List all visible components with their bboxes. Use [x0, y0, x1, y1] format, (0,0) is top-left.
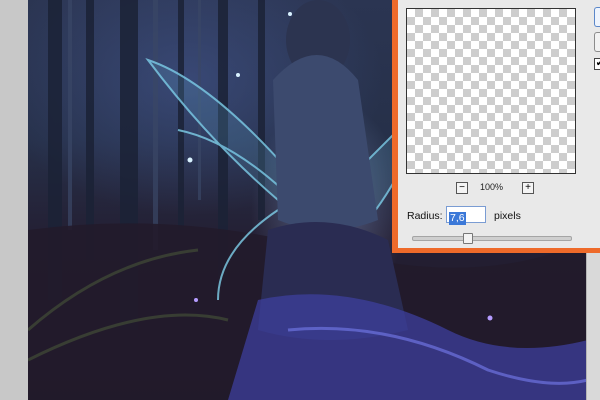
dialog-body: − 100% + ✔ Radius: 7,6 pixels — [398, 0, 600, 248]
zoom-out-button[interactable]: − — [456, 182, 468, 194]
minus-icon: − — [459, 182, 465, 193]
radius-slider[interactable] — [412, 233, 572, 244]
zoom-level: 100% — [480, 182, 504, 192]
filter-preview[interactable] — [406, 8, 576, 174]
radius-input[interactable]: 7,6 — [446, 206, 486, 225]
radius-slider-thumb[interactable] — [462, 233, 473, 244]
filter-dialog: − 100% + ✔ Radius: 7,6 pixels — [392, 0, 600, 253]
canvas-scrollbar[interactable] — [586, 250, 600, 400]
preview-checkbox[interactable]: ✔ — [594, 58, 600, 70]
radius-label: Radius: — [407, 210, 443, 222]
cancel-button[interactable] — [594, 32, 600, 52]
radius-value: 7,6 — [449, 212, 466, 225]
checkmark-icon: ✔ — [595, 58, 600, 69]
zoom-in-button[interactable]: + — [522, 182, 534, 194]
plus-icon: + — [525, 182, 531, 193]
radius-unit: pixels — [494, 210, 521, 222]
ok-button[interactable] — [594, 7, 600, 27]
